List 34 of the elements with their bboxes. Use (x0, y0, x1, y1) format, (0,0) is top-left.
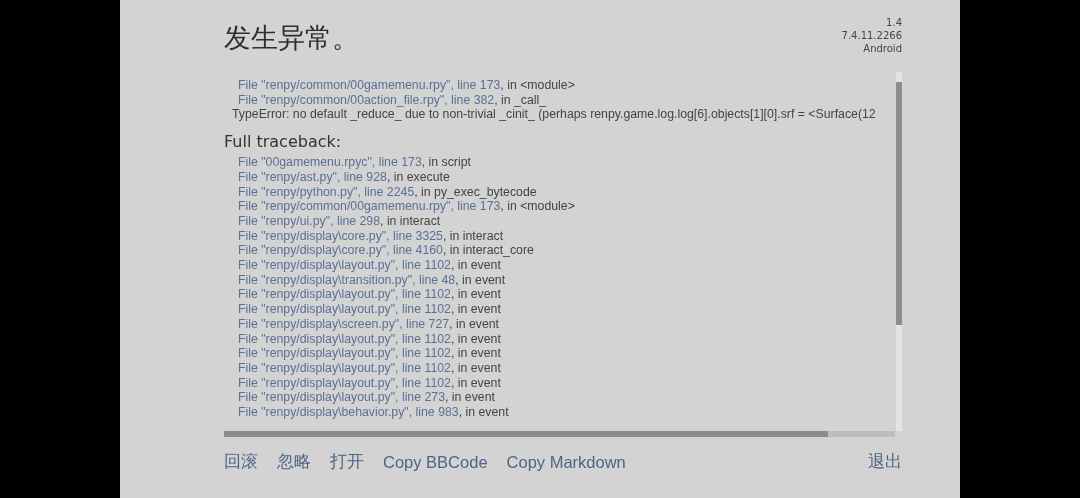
traceback-line: File "renpy/display\behavior.py", line 983, in event (237, 405, 509, 420)
action-button[interactable]: 回滚 (224, 451, 258, 473)
traceback-line: File "renpy/common/00action_file.rpy", line 382, in _call_ (237, 92, 547, 108)
quit-button[interactable]: 退出 (868, 451, 902, 473)
traceback-line: File "renpy/display\layout.py", line 273, in event (237, 390, 495, 406)
error-message: TypeError: no default _reduce_ due to non-trivial _cinit_ (perhaps renpy.game.log.log[6].objects[1][0].srf = <Surface(12 (231, 107, 876, 123)
traceback-line: File "renpy/ui.py", line 298, in interact (237, 213, 441, 229)
traceback-line: File "renpy/ast.py", line 928, in execute (237, 169, 450, 185)
traceback-line: File "renpy/display\core.py", line 3325, in interact (237, 228, 504, 244)
traceback-line: File "renpy/display\layout.py", line 1102, in event (237, 287, 501, 303)
traceback-line: File "00gamemenu.rpyc", line 173, in script (237, 155, 471, 170)
traceback-line: File "renpy/python.py", line 2245, in py_exec_bytecode (237, 184, 537, 200)
action-button[interactable]: Copy BBCode (383, 452, 488, 472)
traceback-line: File "renpy/display\layout.py", line 1102, in event (237, 302, 501, 317)
horizontal-scrollbar[interactable] (224, 431, 895, 437)
traceback-line: File "renpy/display\core.py", line 4160, in interact_core (237, 243, 534, 259)
version-text: Android (863, 42, 902, 55)
action-button[interactable]: 打开 (330, 451, 364, 473)
traceback-line: File "renpy/common/00gamemenu.rpy", line 173, in <module> (237, 78, 575, 93)
traceback-line: File "renpy/display\layout.py", line 1102, in event (237, 375, 501, 391)
traceback-line: File "renpy/display\screen.py", line 727, in event (237, 316, 499, 332)
traceback-heading: Full traceback: (224, 132, 342, 152)
action-button[interactable]: Copy Markdown (506, 452, 626, 472)
action-button[interactable]: 忽略 (277, 451, 311, 473)
traceback-line: File "renpy/display\layout.py", line 1102, in event (237, 360, 501, 376)
version-text: 1.4 (886, 16, 902, 29)
traceback-line: File "renpy/display\layout.py", line 1102, in event (237, 331, 501, 347)
vertical-scrollbar[interactable] (896, 72, 902, 431)
traceback-line: File "renpy/display\transition.py", line 48, in event (237, 272, 506, 288)
error-title: 发生异常。 (224, 21, 359, 55)
traceback-line: File "renpy/common/00gamemenu.rpy", line 173, in <module> (237, 199, 575, 214)
traceback-line: File "renpy/display\layout.py", line 1102, in event (237, 258, 501, 273)
traceback-line: File "renpy/display\layout.py", line 1102, in event (237, 346, 501, 361)
version-text: 7.4.11.2266 (841, 29, 902, 42)
